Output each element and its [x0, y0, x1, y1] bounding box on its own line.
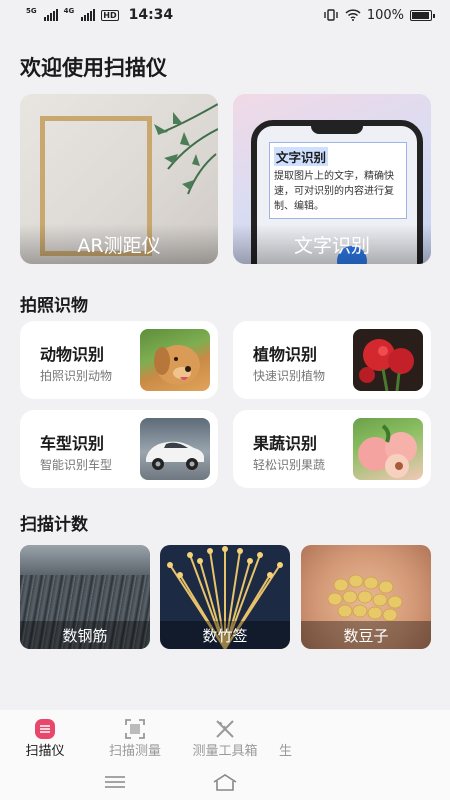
- text-recognition-label: 文字识别: [233, 224, 431, 264]
- card-title: 果蔬识别: [253, 434, 318, 453]
- flower-photo: [353, 329, 423, 391]
- status-bar: 5G 4G HD 14:34 100%: [0, 0, 450, 30]
- plant-recognition-card[interactable]: 植物识别 快速识别植物: [233, 321, 431, 399]
- card-title: 车型识别: [40, 434, 105, 453]
- scanner-icon: [35, 719, 55, 739]
- animal-recognition-card[interactable]: 动物识别 拍照识别动物: [20, 321, 218, 399]
- car-photo: [140, 418, 210, 480]
- card-title: 植物识别: [253, 345, 318, 364]
- battery-percent: 100%: [366, 7, 404, 23]
- card-subtitle: 轻松识别果蔬: [253, 458, 326, 472]
- count-beans-label: 数豆子: [301, 621, 431, 649]
- ruler-tools-icon: [216, 720, 234, 738]
- wifi-icon: [345, 9, 361, 21]
- hd-badge: HD: [101, 9, 119, 21]
- home-icon[interactable]: [212, 772, 238, 792]
- battery-icon: [410, 9, 435, 21]
- tab-label: 扫描测量: [108, 744, 161, 759]
- car-recognition-card[interactable]: 车型识别 智能识别车型: [20, 410, 218, 488]
- tab-scanner[interactable]: 扫描仪: [0, 710, 90, 766]
- tab-scan-measure[interactable]: 扫描测量: [90, 710, 180, 766]
- bottom-nav: 扫描仪 扫描测量 测量工具箱 生: [0, 710, 450, 766]
- page-title: 欢迎使用扫描仪: [20, 56, 167, 80]
- count-bamboo-label: 数竹签: [160, 621, 290, 649]
- tab-label: 扫描仪: [25, 744, 65, 759]
- section-title-count: 扫描计数: [20, 515, 88, 535]
- peach-photo: [353, 418, 423, 480]
- system-nav-bar: [0, 766, 450, 800]
- phone-notch: [311, 124, 363, 134]
- card-subtitle: 拍照识别动物: [40, 369, 113, 383]
- ar-measure-label: AR测距仪: [20, 224, 218, 264]
- count-bamboo-card[interactable]: 数竹签: [160, 545, 290, 649]
- count-rebar-label: 数钢筋: [20, 621, 150, 649]
- ocr-sample-text: 提取图片上的文字，精确快速，可对识别的内容进行复制、编辑。: [274, 171, 394, 212]
- text-recognition-card[interactable]: 文字识别 提取图片上的文字，精确快速，可对识别的内容进行复制、编辑。 文字识别: [233, 94, 431, 264]
- tab-label: 测量工具箱: [192, 744, 258, 759]
- nav-fade: [300, 710, 450, 766]
- scan-frame-icon: [125, 719, 145, 739]
- fruit-recognition-card[interactable]: 果蔬识别 轻松识别果蔬: [233, 410, 431, 488]
- tab-measure-tools[interactable]: 测量工具箱: [180, 710, 270, 766]
- count-rebar-card[interactable]: 数钢筋: [20, 545, 150, 649]
- dog-photo: [140, 329, 210, 391]
- vibrate-icon: [324, 9, 338, 21]
- ar-measure-card[interactable]: AR测距仪: [20, 94, 218, 264]
- sim1-label: 5G: [26, 7, 37, 15]
- ocr-sample-box: 文字识别 提取图片上的文字，精确快速，可对识别的内容进行复制、编辑。: [269, 142, 407, 219]
- signal-icon: [81, 9, 96, 21]
- card-subtitle: 快速识别植物: [253, 369, 326, 383]
- card-subtitle: 智能识别车型: [40, 458, 113, 472]
- status-time: 14:34: [128, 7, 174, 23]
- signal-icon: [43, 9, 58, 21]
- section-title-photo: 拍照识物: [20, 296, 88, 316]
- ocr-sample-title: 文字识别: [274, 147, 329, 166]
- plant-illustration: [154, 103, 218, 195]
- card-title: 动物识别: [40, 345, 105, 364]
- menu-icon[interactable]: [102, 772, 128, 792]
- count-beans-card[interactable]: 数豆子: [301, 545, 431, 649]
- sim2-label: 4G: [63, 7, 75, 15]
